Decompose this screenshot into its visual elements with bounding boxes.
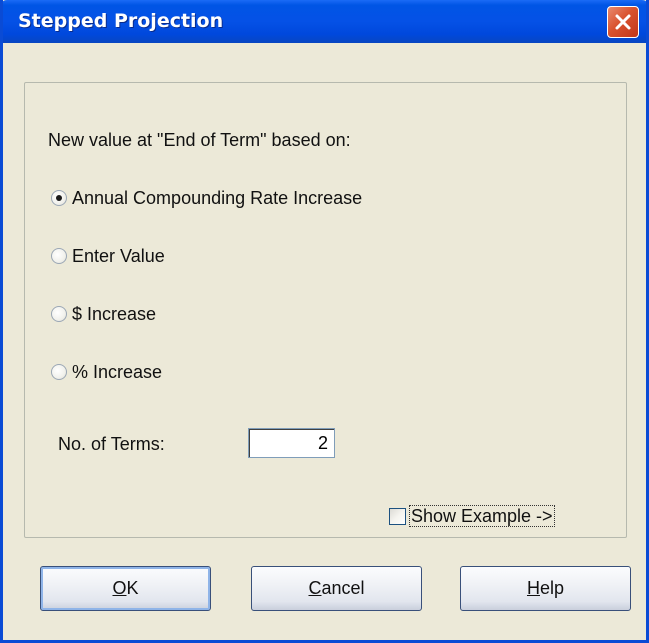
radio-button[interactable] bbox=[51, 306, 67, 322]
cancel-button[interactable]: Cancel bbox=[251, 566, 422, 611]
radio-dollar-increase[interactable]: $ Increase bbox=[51, 301, 156, 327]
ok-button[interactable]: OK bbox=[40, 566, 211, 611]
window-title: Stepped Projection bbox=[18, 10, 224, 32]
close-button[interactable] bbox=[607, 6, 639, 38]
help-label-rest: elp bbox=[539, 578, 565, 598]
radio-percent-increase[interactable]: % Increase bbox=[51, 359, 162, 385]
show-example-checkbox-row[interactable]: Show Example -> bbox=[389, 504, 555, 528]
radio-label: Enter Value bbox=[72, 245, 165, 266]
ok-label-rest: K bbox=[126, 578, 139, 598]
ok-mnemonic: O bbox=[112, 578, 127, 598]
help-mnemonic: H bbox=[526, 578, 540, 598]
radio-enter-value[interactable]: Enter Value bbox=[51, 243, 165, 269]
prompt-label: New value at "End of Term" based on: bbox=[48, 130, 351, 150]
help-button[interactable]: Help bbox=[460, 566, 631, 611]
radio-button[interactable] bbox=[51, 190, 67, 206]
radio-button[interactable] bbox=[51, 364, 67, 380]
radio-selected-dot bbox=[56, 195, 62, 201]
close-icon bbox=[615, 14, 631, 30]
terms-input[interactable] bbox=[248, 428, 335, 458]
cancel-label-rest: ancel bbox=[321, 578, 365, 598]
radio-label: Annual Compounding Rate Increase bbox=[72, 187, 363, 208]
radio-label: $ Increase bbox=[72, 303, 157, 324]
title-bar[interactable]: Stepped Projection bbox=[3, 0, 646, 43]
radio-annual-compounding[interactable]: Annual Compounding Rate Increase bbox=[51, 185, 362, 211]
radio-label: % Increase bbox=[72, 361, 163, 382]
radio-button[interactable] bbox=[51, 248, 67, 264]
terms-label: No. of Terms: bbox=[58, 434, 165, 454]
show-example-label: Show Example -> bbox=[409, 505, 555, 527]
cancel-mnemonic: C bbox=[308, 578, 322, 598]
dialog-window: Stepped Projection New value at "End of … bbox=[0, 0, 649, 643]
show-example-checkbox[interactable] bbox=[389, 507, 406, 525]
